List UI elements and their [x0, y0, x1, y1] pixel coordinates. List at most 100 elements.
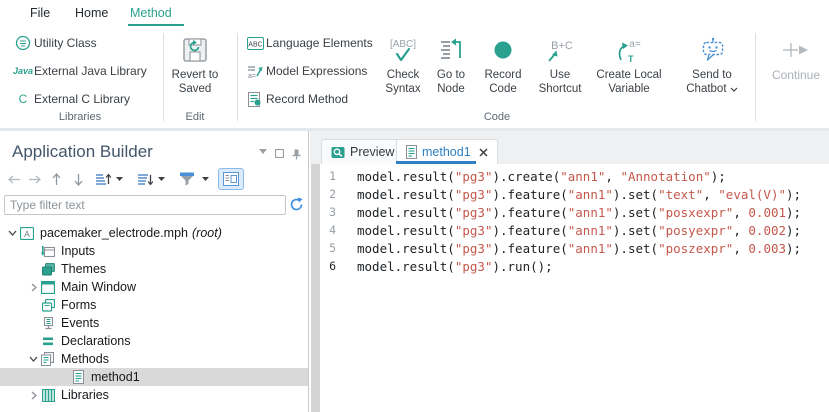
collapsed-chevron-icon[interactable] [27, 283, 40, 292]
tree-item-inputs[interactable]: Inputs [0, 242, 308, 260]
menu-file[interactable]: File [30, 6, 50, 20]
svg-text:A: A [24, 229, 30, 239]
ribbon: Utility Class Java External Java Library… [0, 27, 829, 131]
expand-list-icon[interactable] [94, 168, 112, 190]
external-c-library-button[interactable]: C External C Library [12, 89, 130, 109]
code-line[interactable]: 4 model.result("pg3").feature("ann1").set… [322, 221, 801, 239]
menu-home[interactable]: Home [75, 6, 108, 20]
tree-item-declarations[interactable]: Declarations [0, 332, 308, 350]
float-window-icon[interactable] [274, 149, 285, 158]
expanded-chevron-icon[interactable] [6, 230, 19, 236]
line-number: 2 [322, 187, 336, 201]
code-line[interactable]: 2model.result("pg3").feature("ann1").set… [322, 185, 801, 203]
tree-item-label: Declarations [61, 334, 130, 348]
use-shortcut-button[interactable]: B+C Use Shortcut [530, 33, 590, 96]
language-elements-label: Language Elements [266, 36, 373, 50]
continue-button[interactable]: Continue [763, 33, 829, 83]
expanded-chevron-icon[interactable] [27, 356, 40, 362]
code-line[interactable]: 3 model.result("pg3").feature("ann1").set… [322, 203, 801, 221]
code-line[interactable]: 5 model.result("pg3").feature("ann1").set… [322, 239, 801, 257]
tree-item-main-window[interactable]: Main Window [0, 278, 308, 296]
external-java-library-label: External Java Library [34, 64, 147, 78]
model-expressions-button[interactable]: a= Model Expressions [244, 61, 367, 81]
code-text: model.result("pg3").run(); [357, 259, 553, 274]
record-method-button[interactable]: Record Method [244, 89, 348, 109]
tree-item-label: Themes [61, 262, 106, 276]
forms-icon [40, 298, 56, 312]
forward-arrow-icon[interactable] [26, 168, 42, 190]
tree-item-root[interactable]: A pacemaker_electrode.mph (root) [0, 224, 308, 242]
close-tab-icon[interactable] [479, 148, 488, 157]
go-to-node-button[interactable]: Go to Node [426, 33, 476, 96]
line-number: 1 [322, 169, 336, 183]
external-java-library-button[interactable]: Java External Java Library [12, 61, 147, 81]
create-local-variable-icon: a= T [612, 35, 646, 65]
utility-class-button[interactable]: Utility Class [12, 33, 97, 53]
ribbon-divider [755, 33, 756, 121]
tree-item-themes[interactable]: Themes [0, 260, 308, 278]
c-language-icon: C [12, 92, 34, 106]
filter-icon[interactable] [178, 168, 196, 190]
tree-item-label: Methods [61, 352, 109, 366]
revert-to-saved-icon [180, 35, 210, 65]
menu-method[interactable]: Method [130, 6, 172, 20]
inputs-icon [40, 244, 56, 258]
code-line[interactable]: 6model.result("pg3").run(); [322, 257, 801, 275]
tab-preview[interactable]: Preview [321, 139, 404, 164]
filter-dropdown-icon[interactable] [200, 168, 210, 190]
back-arrow-icon[interactable] [6, 168, 22, 190]
edit-group-caption: Edit [166, 111, 224, 123]
tree-item-method1[interactable]: method1 [0, 368, 308, 386]
code-line[interactable]: 1model.result("pg3").create("ann1", "Ann… [322, 167, 801, 185]
go-to-node-icon [438, 35, 464, 65]
declarations-icon [40, 334, 56, 348]
comsol-application-builder-window: File Home Method Utility Class Java Exte… [0, 0, 829, 412]
pin-icon[interactable] [291, 149, 301, 160]
expand-dropdown-icon[interactable] [114, 168, 124, 190]
collapse-dropdown-icon[interactable] [156, 168, 166, 190]
tab-label: Preview [350, 145, 394, 159]
record-code-button[interactable]: Record Code [477, 33, 529, 96]
editor-tools-toggle-button[interactable] [218, 168, 244, 190]
external-c-library-label: External C Library [34, 92, 130, 106]
svg-text:a=: a= [629, 39, 641, 50]
move-up-arrow-icon[interactable] [50, 168, 62, 190]
record-method-label: Record Method [266, 92, 348, 106]
root-suffix: (root) [192, 226, 222, 240]
tree-item-methods[interactable]: Methods [0, 350, 308, 368]
check-syntax-button[interactable]: [ABC] Check Syntax [377, 33, 429, 96]
chevron-down-icon [730, 87, 738, 92]
code-text: model.result("pg3").feature("ann1").set(… [357, 241, 801, 256]
code-text: model.result("pg3").feature("ann1").set(… [357, 223, 801, 238]
send-to-chatbot-button[interactable]: Send to Chatbot [674, 33, 750, 96]
filter-input[interactable] [4, 195, 286, 215]
editor-gutter [311, 164, 320, 412]
code-editor[interactable]: 1model.result("pg3").create("ann1", "Ann… [322, 167, 801, 275]
svg-text:[ABC]: [ABC] [390, 39, 416, 50]
tree-item-forms[interactable]: Forms [0, 296, 308, 314]
collapsed-chevron-icon[interactable] [27, 391, 40, 400]
tree-item-events[interactable]: Events [0, 314, 308, 332]
language-elements-icon: ABC [244, 37, 266, 50]
panel-menu-chevron-icon[interactable] [258, 149, 268, 154]
create-local-variable-button[interactable]: a= T Create Local Variable [591, 33, 667, 96]
collapse-list-icon[interactable] [136, 168, 154, 190]
libraries-group-caption: Libraries [0, 111, 160, 123]
code-text: model.result("pg3").feature("ann1").set(… [357, 205, 801, 220]
use-shortcut-icon: B+C [542, 35, 578, 65]
record-code-icon [493, 35, 513, 65]
refresh-icon[interactable] [289, 197, 304, 212]
language-elements-button[interactable]: ABC Language Elements [244, 33, 373, 53]
line-number: 3 [322, 205, 336, 219]
method-editor-area: Preview method1 1model.result("pg3").cre… [310, 131, 829, 412]
tree-item-label: Events [61, 316, 99, 330]
tree-item-libraries[interactable]: Libraries [0, 386, 308, 404]
line-number: 4 [322, 223, 336, 237]
line-number: 5 [322, 241, 336, 255]
tree-item-label: pacemaker_electrode.mph [40, 226, 188, 240]
panel-title: Application Builder [12, 142, 153, 162]
method-doc-icon [406, 145, 417, 159]
check-syntax-icon: [ABC] [383, 35, 423, 65]
revert-to-saved-button[interactable]: Revert to Saved [166, 33, 224, 96]
move-down-arrow-icon[interactable] [72, 168, 84, 190]
